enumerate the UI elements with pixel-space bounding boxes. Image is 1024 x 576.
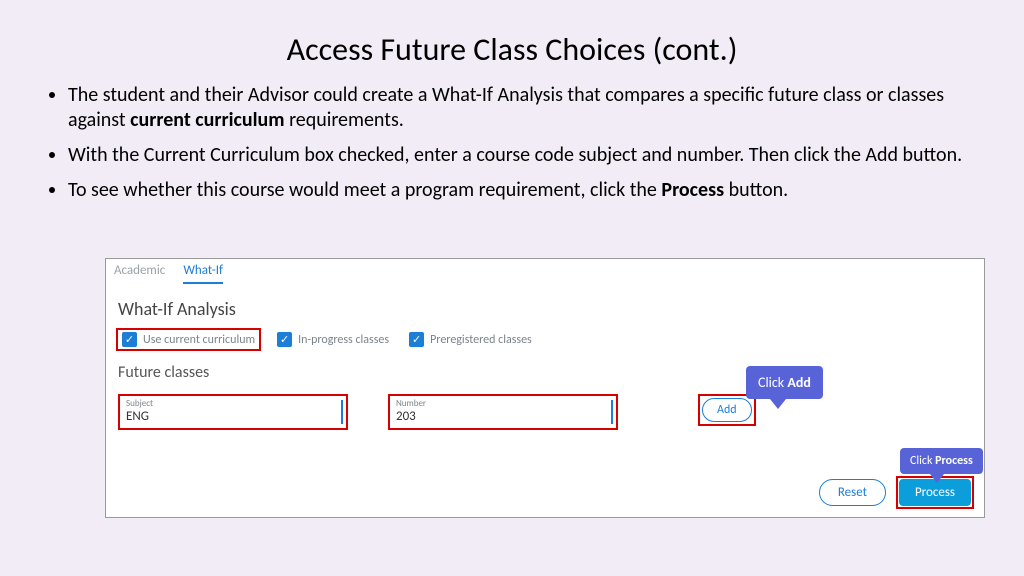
bullet-3: To see whether this course would meet a … xyxy=(68,178,976,203)
check-preregistered[interactable]: ✓ Preregistered classes xyxy=(405,330,536,349)
check-inprogress[interactable]: ✓ In-progress classes xyxy=(273,330,393,349)
bullet-1: The student and their Advisor could crea… xyxy=(68,83,976,133)
tab-bar: Academic What-If xyxy=(106,259,984,284)
callout-click-process: Click Process xyxy=(900,448,983,474)
add-button-wrap: Add xyxy=(698,394,756,426)
checkmark-icon: ✓ xyxy=(122,332,137,347)
bullet-2: With the Current Curriculum box checked,… xyxy=(68,143,976,168)
whatif-panel: Academic What-If What-If Analysis ✓ Use … xyxy=(105,258,985,518)
fields-row: Subject ENG Number 203 Add xyxy=(106,388,984,430)
callout-add-pre: Click xyxy=(758,374,787,391)
callout-click-add: Click Add xyxy=(746,366,823,399)
checkmark-icon: ✓ xyxy=(277,332,292,347)
callout-process-pre: Click xyxy=(910,454,935,468)
bullet-1-text-c: requirements. xyxy=(285,108,404,132)
callout-process-bold: Process xyxy=(935,454,973,468)
slide-title: Access Future Class Choices (cont.) xyxy=(0,0,1024,69)
checkmark-icon: ✓ xyxy=(409,332,424,347)
callout-add-bold: Add xyxy=(787,374,811,391)
check-current-curriculum-label: Use current curriculum xyxy=(143,333,255,347)
subject-label: Subject xyxy=(126,398,340,409)
number-field[interactable]: Number 203 xyxy=(388,394,618,430)
whatif-heading: What-If Analysis xyxy=(106,284,984,326)
bullet-3-text-c: button. xyxy=(724,178,788,202)
bullet-3-text-a: To see whether this course would meet a … xyxy=(68,178,661,202)
add-button-highlight: Add xyxy=(698,394,756,426)
bullet-list: The student and their Advisor could crea… xyxy=(68,83,976,203)
check-preregistered-label: Preregistered classes xyxy=(430,333,532,347)
reset-button[interactable]: Reset xyxy=(819,479,886,506)
process-button[interactable]: Process xyxy=(899,479,971,506)
number-label: Number xyxy=(396,398,610,409)
check-current-curriculum[interactable]: ✓ Use current curriculum xyxy=(116,328,261,351)
future-classes-heading: Future classes xyxy=(106,353,984,388)
number-value: 203 xyxy=(396,409,610,424)
bullet-1-bold: current curriculum xyxy=(130,108,284,132)
bullet-3-bold: Process xyxy=(661,178,724,202)
check-inprogress-label: In-progress classes xyxy=(298,333,389,347)
tab-whatif[interactable]: What-If xyxy=(183,263,223,284)
subject-field[interactable]: Subject ENG xyxy=(118,394,348,430)
footer-buttons: Reset Process xyxy=(819,476,974,509)
checkbox-row: ✓ Use current curriculum ✓ In-progress c… xyxy=(106,326,984,353)
add-button[interactable]: Add xyxy=(702,398,752,422)
tab-academic[interactable]: Academic xyxy=(114,263,165,284)
subject-value: ENG xyxy=(126,409,340,424)
